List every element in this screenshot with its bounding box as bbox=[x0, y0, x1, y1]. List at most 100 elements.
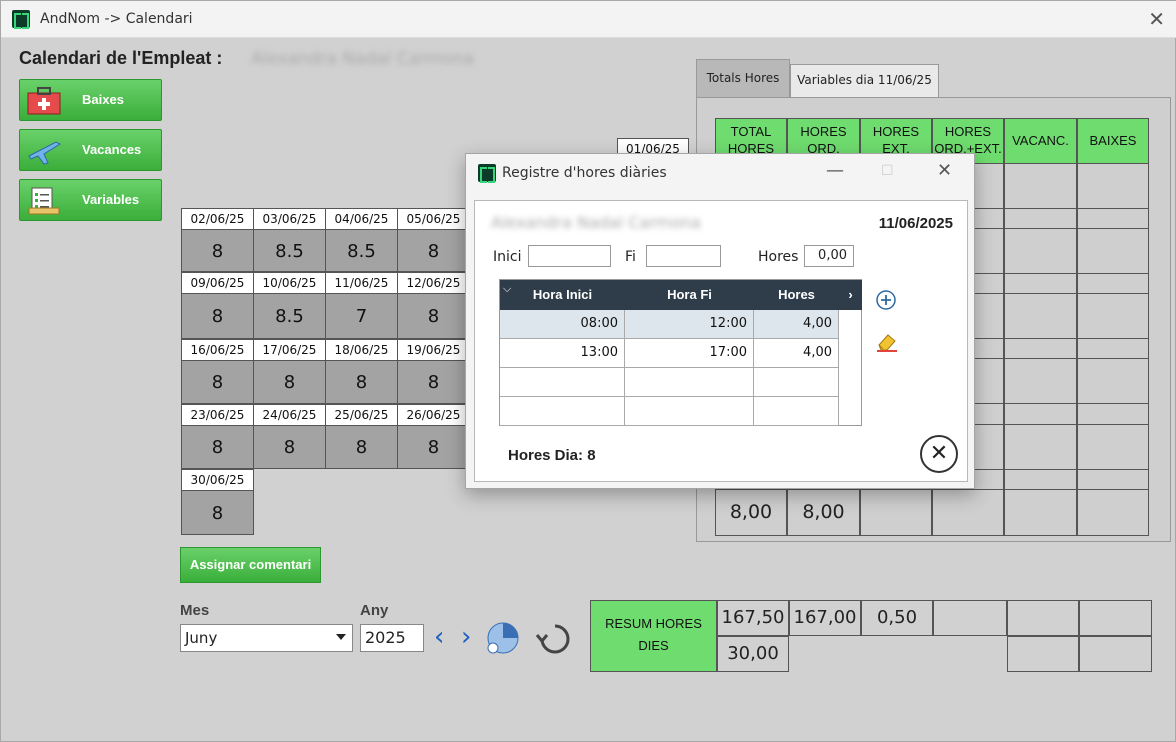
dialog-body: Alexandra Nadal Carmona 11/06/2025 Inici… bbox=[474, 200, 968, 482]
calendar-day-cell[interactable]: 30/06/25 8 bbox=[181, 469, 254, 535]
resum-hores-ord: 167,00 bbox=[789, 600, 861, 636]
totals-column-header: VACANC. bbox=[1004, 118, 1077, 164]
calendar-day-cell[interactable]: 25/06/25 8 bbox=[325, 404, 398, 469]
column-header-hora-fi[interactable]: Hora Fi bbox=[625, 280, 754, 310]
grid-cell-empty[interactable] bbox=[754, 397, 839, 426]
eraser-icon[interactable] bbox=[875, 331, 899, 353]
prev-month-icon[interactable]: ‹ bbox=[434, 623, 444, 651]
baixes-button[interactable]: Baixes bbox=[19, 79, 162, 121]
calendar-day-cell[interactable]: 05/06/25 8 bbox=[397, 208, 470, 272]
grid-cell-empty[interactable] bbox=[500, 397, 625, 426]
checklist-icon bbox=[28, 187, 60, 215]
totals-cell bbox=[1004, 358, 1077, 404]
column-header-hores[interactable]: Hores bbox=[754, 280, 839, 310]
minimize-icon[interactable]: — bbox=[826, 160, 844, 181]
grid-cell-inici[interactable]: 13:00 bbox=[500, 339, 625, 368]
inici-label: Inici bbox=[493, 249, 522, 265]
resum-cell bbox=[1079, 636, 1152, 672]
calendar-day-cell[interactable]: 11/06/25 7 bbox=[325, 272, 398, 339]
fi-input[interactable] bbox=[646, 245, 721, 267]
close-icon[interactable]: ✕ bbox=[937, 160, 952, 181]
calendar-date: 12/06/25 bbox=[398, 273, 469, 294]
calendar-hours: 8 bbox=[398, 361, 469, 403]
calendar-hours: 8 bbox=[182, 426, 253, 468]
totals-cell bbox=[1077, 358, 1149, 404]
totals-cell bbox=[1077, 424, 1149, 470]
grid-cell-hores[interactable]: 4,00 bbox=[754, 310, 839, 339]
tab-totals-hores[interactable]: Totals Hores bbox=[696, 59, 790, 97]
calendar-day-cell[interactable]: 03/06/25 8.5 bbox=[253, 208, 326, 272]
calendar-day-cell[interactable]: 26/06/25 8 bbox=[397, 404, 470, 469]
totals-cell bbox=[1004, 403, 1077, 425]
add-row-icon[interactable] bbox=[875, 289, 897, 311]
calendar-hours: 8 bbox=[182, 491, 253, 534]
app-logo-icon bbox=[12, 10, 30, 29]
refresh-icon[interactable] bbox=[535, 621, 573, 657]
vacances-button[interactable]: Vacances bbox=[19, 129, 162, 171]
totals-cell bbox=[1077, 228, 1149, 274]
hores-dia-total: Hores Dia: 8 bbox=[508, 447, 596, 464]
calendar-day-cell[interactable]: 09/06/25 8 bbox=[181, 272, 254, 339]
calendar-hours: 7 bbox=[326, 294, 397, 338]
year-input[interactable]: 2025 bbox=[360, 624, 424, 652]
calendar-date: 26/06/25 bbox=[398, 405, 469, 426]
column-header-hora-inici[interactable]: Hora Inici bbox=[500, 280, 625, 310]
page-title: Calendari de l'Empleat : bbox=[19, 48, 223, 68]
totals-cell bbox=[1004, 163, 1077, 209]
totals-sum-cell bbox=[1077, 489, 1149, 536]
grid-cell-hores[interactable]: 4,00 bbox=[754, 339, 839, 368]
grid-cell-fi[interactable]: 17:00 bbox=[625, 339, 754, 368]
assign-comment-button[interactable]: Assignar comentari bbox=[180, 547, 321, 583]
calendar-day-cell[interactable]: 23/06/25 8 bbox=[181, 404, 254, 469]
first-aid-kit-icon bbox=[27, 87, 61, 115]
close-dialog-button[interactable]: ✕ bbox=[920, 435, 958, 473]
resum-cell bbox=[933, 600, 1007, 636]
grid-cell-fi[interactable]: 12:00 bbox=[625, 310, 754, 339]
resum-dies: 30,00 bbox=[717, 636, 789, 672]
tab-variables-dia[interactable]: Variables dia 11/06/25 bbox=[790, 64, 939, 97]
totals-cell bbox=[1004, 424, 1077, 470]
dialog-employee-name: Alexandra Nadal Carmona bbox=[491, 213, 701, 232]
calendar-date: 04/06/25 bbox=[326, 209, 397, 230]
pie-chart-icon[interactable] bbox=[485, 620, 521, 656]
calendar-day-cell[interactable]: 17/06/25 8 bbox=[253, 339, 326, 404]
grid-cell-inici[interactable]: 08:00 bbox=[500, 310, 625, 339]
totals-cell bbox=[1004, 228, 1077, 274]
calendar-day-cell[interactable]: 24/06/25 8 bbox=[253, 404, 326, 469]
resum-cell bbox=[1007, 600, 1079, 636]
close-icon[interactable]: ✕ bbox=[1148, 7, 1165, 31]
grid-cell-empty[interactable] bbox=[500, 368, 625, 397]
calendar-hours: 8.5 bbox=[254, 294, 325, 338]
grid-cell-empty[interactable] bbox=[625, 368, 754, 397]
month-value: Juny bbox=[185, 629, 218, 647]
calendar-date: 10/06/25 bbox=[254, 273, 325, 294]
totals-cell bbox=[1077, 469, 1149, 490]
variables-button[interactable]: Variables bbox=[19, 179, 162, 221]
hours-grid: Hora Inici Hora Fi Hores › ⌵ 08:00 12:00… bbox=[499, 279, 862, 426]
totals-cell bbox=[1077, 208, 1149, 229]
calendar-day-cell[interactable]: 04/06/25 8.5 bbox=[325, 208, 398, 272]
scroll-right-icon[interactable]: › bbox=[839, 280, 862, 310]
grid-cell-empty[interactable] bbox=[754, 368, 839, 397]
totals-cell bbox=[1004, 273, 1077, 294]
calendar-day-cell[interactable]: 12/06/25 8 bbox=[397, 272, 470, 339]
calendar-day-cell[interactable]: 02/06/25 8 bbox=[181, 208, 254, 272]
calendar-date: 02/06/25 bbox=[182, 209, 253, 230]
next-month-icon[interactable]: › bbox=[461, 623, 471, 651]
calendar-day-cell[interactable]: 16/06/25 8 bbox=[181, 339, 254, 404]
hores-input[interactable]: 0,00 bbox=[804, 245, 854, 267]
calendar-day-cell[interactable]: 19/06/25 8 bbox=[397, 339, 470, 404]
calendar-day-cell[interactable]: 10/06/25 8.5 bbox=[253, 272, 326, 339]
calendar-hours: 8 bbox=[398, 230, 469, 271]
inici-input[interactable] bbox=[528, 245, 611, 267]
calendar-day-cell[interactable]: 18/06/25 8 bbox=[325, 339, 398, 404]
calendar-hours: 8 bbox=[326, 361, 397, 403]
totals-cell bbox=[1004, 208, 1077, 229]
month-select[interactable]: Juny bbox=[180, 624, 353, 652]
calendar-date: 09/06/25 bbox=[182, 273, 253, 294]
chevron-down-icon bbox=[336, 634, 346, 640]
dialog-date: 11/06/2025 bbox=[878, 215, 953, 232]
totals-cell bbox=[1004, 469, 1077, 490]
calendar-date: 19/06/25 bbox=[398, 340, 469, 361]
grid-cell-empty[interactable] bbox=[625, 397, 754, 426]
